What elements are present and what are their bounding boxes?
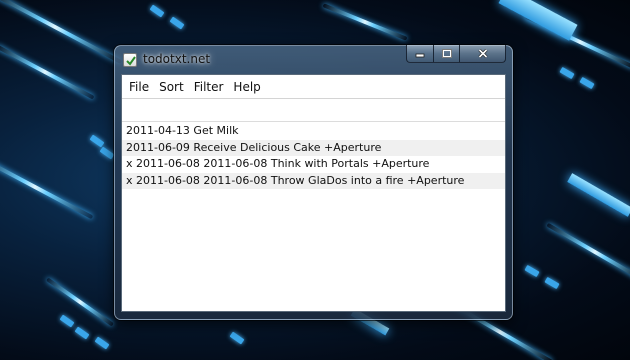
window-title: todotxt.net bbox=[143, 52, 211, 66]
task-item[interactable]: 2011-04-13 Get Milk bbox=[122, 123, 505, 140]
light-streak bbox=[0, 44, 95, 100]
light-dash bbox=[524, 264, 540, 278]
light-dash bbox=[559, 66, 575, 80]
title-bar[interactable]: todotxt.net bbox=[115, 45, 512, 74]
close-button[interactable] bbox=[459, 45, 506, 63]
menu-sort[interactable]: Sort bbox=[154, 75, 189, 99]
light-streak bbox=[322, 3, 408, 41]
window-controls bbox=[406, 45, 506, 63]
light-streak bbox=[46, 277, 114, 327]
light-bar bbox=[567, 173, 630, 217]
light-streak bbox=[0, 154, 94, 220]
task-item[interactable]: 2011-06-09 Receive Delicious Cake +Apert… bbox=[122, 139, 505, 156]
light-dash bbox=[59, 314, 75, 328]
light-streak bbox=[546, 222, 630, 282]
light-dash bbox=[579, 76, 595, 90]
light-dash bbox=[544, 276, 560, 290]
menu-filter[interactable]: Filter bbox=[189, 75, 229, 99]
app-window: todotxt.net File Sort Filter Help 2011-0… bbox=[114, 45, 513, 320]
menu-bar: File Sort Filter Help bbox=[122, 75, 505, 99]
light-dash bbox=[149, 4, 165, 18]
light-dash bbox=[94, 336, 110, 350]
maximize-button[interactable] bbox=[433, 45, 459, 63]
close-icon bbox=[477, 49, 488, 58]
app-checkmark-icon bbox=[123, 53, 137, 67]
light-dash bbox=[99, 146, 115, 160]
menu-file[interactable]: File bbox=[124, 75, 154, 99]
menu-help[interactable]: Help bbox=[228, 75, 265, 99]
minimize-button[interactable] bbox=[406, 45, 433, 63]
light-dash bbox=[169, 16, 185, 30]
light-bar bbox=[498, 0, 578, 41]
task-item[interactable]: x 2011-06-08 2011-06-08 Throw GlaDos int… bbox=[122, 172, 505, 189]
light-streak bbox=[0, 0, 123, 64]
light-dash bbox=[229, 331, 245, 345]
minimize-icon bbox=[415, 53, 425, 57]
maximize-icon bbox=[441, 49, 452, 58]
light-dash bbox=[74, 326, 90, 340]
task-list: 2011-04-13 Get Milk 2011-06-09 Receive D… bbox=[122, 123, 505, 189]
client-area: File Sort Filter Help 2011-04-13 Get Mil… bbox=[121, 74, 506, 312]
task-item[interactable]: x 2011-06-08 2011-06-08 Think with Porta… bbox=[122, 156, 505, 173]
task-input[interactable] bbox=[122, 99, 505, 122]
